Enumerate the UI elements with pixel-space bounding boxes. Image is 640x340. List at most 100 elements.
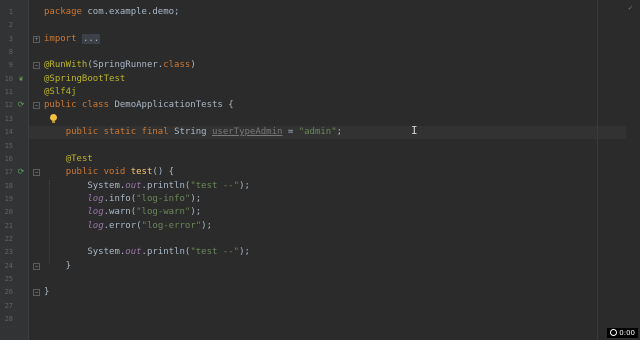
code-token: } bbox=[44, 260, 72, 271]
line-number: 20 bbox=[4, 208, 13, 217]
fold-toggle-icon[interactable]: − bbox=[33, 262, 40, 270]
code-token: ); bbox=[201, 220, 213, 231]
code-line[interactable]: System.out.println("test --"); bbox=[44, 246, 250, 258]
line-number: 9 bbox=[8, 61, 13, 70]
line-number: 16 bbox=[4, 154, 13, 163]
code-token: System. bbox=[44, 247, 126, 258]
line-number: 2 bbox=[8, 21, 13, 30]
right-margin-guide bbox=[597, 0, 598, 340]
code-token: ); bbox=[239, 247, 250, 258]
code-line[interactable]: @RunWith(SpringRunner.class) bbox=[44, 59, 196, 71]
code-token: .println( bbox=[141, 247, 191, 258]
text-cursor-icon: I bbox=[411, 124, 418, 137]
video-timer: 0:00 bbox=[607, 328, 638, 338]
code-token: (SpringRunner. bbox=[87, 60, 164, 71]
code-token: out bbox=[125, 247, 142, 258]
line-number: 28 bbox=[4, 315, 13, 324]
line-number: 27 bbox=[4, 301, 13, 310]
code-line[interactable]: public void test() { bbox=[44, 166, 174, 178]
run-test-icon[interactable]: ⟳ bbox=[16, 100, 26, 110]
code-token: out bbox=[125, 180, 142, 191]
timer-label: 0:00 bbox=[619, 329, 635, 337]
code-token: "log-info" bbox=[136, 193, 191, 204]
code-line[interactable]: } bbox=[44, 260, 71, 272]
line-number: 8 bbox=[8, 48, 13, 57]
code-token: userTypeAdmin bbox=[212, 127, 283, 138]
code-line[interactable]: import ... bbox=[44, 33, 101, 45]
code-line[interactable]: @Slf4j bbox=[44, 86, 77, 98]
code-token: package bbox=[44, 7, 88, 17]
code-line[interactable]: public class DemoApplicationTests { bbox=[44, 99, 234, 111]
run-test-icon[interactable]: ⟳ bbox=[16, 167, 26, 177]
fold-toggle-icon[interactable]: − bbox=[33, 102, 40, 110]
code-token: @Slf4j bbox=[44, 87, 77, 98]
line-number: 10 bbox=[4, 74, 13, 83]
code-token: @Test bbox=[65, 153, 93, 164]
code-token: } bbox=[44, 287, 50, 298]
line-number: 13 bbox=[4, 114, 13, 123]
spring-leaf-icon[interactable]: ❦ bbox=[16, 74, 26, 84]
code-line[interactable]: package com.example.demo; bbox=[44, 6, 179, 18]
line-number: 15 bbox=[4, 141, 13, 150]
fold-toggle-icon[interactable]: − bbox=[33, 169, 40, 177]
line-number: 25 bbox=[4, 275, 13, 283]
code-token: class bbox=[163, 60, 191, 71]
analysis-ok-icon[interactable]: ✓ bbox=[628, 4, 636, 12]
editor-scrollbar[interactable] bbox=[626, 0, 640, 340]
line-number: 11 bbox=[4, 88, 13, 97]
line-number: 26 bbox=[4, 288, 13, 297]
line-number: 1 bbox=[8, 8, 13, 16]
fold-toggle-icon[interactable]: − bbox=[33, 62, 40, 70]
code-token: DemoApplicationTests { bbox=[114, 100, 234, 111]
code-token: ); bbox=[190, 193, 202, 204]
line-number: 3 bbox=[8, 34, 13, 43]
code-line[interactable]: } bbox=[44, 286, 49, 298]
code-token: @SpringBootTest bbox=[44, 73, 126, 84]
code-token: com.example.demo; bbox=[87, 7, 180, 17]
code-token: () { bbox=[152, 167, 175, 178]
code-line[interactable]: log.error("log-error"); bbox=[44, 220, 212, 232]
gutter-separator bbox=[28, 0, 29, 340]
code-line[interactable]: System.out.println("test --"); bbox=[44, 180, 250, 192]
code-token: "log-warn" bbox=[136, 207, 191, 218]
code-token: ); bbox=[239, 180, 250, 191]
code-token: "log-error" bbox=[141, 220, 202, 231]
code-token: .info( bbox=[103, 193, 137, 204]
code-line[interactable]: @Test bbox=[44, 153, 93, 165]
fold-toggle-icon[interactable]: + bbox=[33, 35, 40, 43]
code-token: log bbox=[87, 220, 104, 231]
code-token: public static final bbox=[65, 127, 175, 138]
code-line[interactable]: @SpringBootTest bbox=[44, 73, 125, 85]
code-token: @RunWith bbox=[44, 60, 88, 71]
code-token: "test --" bbox=[190, 247, 240, 258]
line-number: 23 bbox=[4, 248, 13, 257]
lightbulb-icon[interactable] bbox=[49, 114, 58, 124]
fold-toggle-icon[interactable]: − bbox=[33, 289, 40, 297]
code-token: "test --" bbox=[190, 180, 240, 191]
code-token: public void bbox=[65, 167, 131, 178]
code-line[interactable]: log.info("log-info"); bbox=[44, 193, 201, 205]
code-token: .println( bbox=[141, 180, 191, 191]
line-number: 22 bbox=[4, 234, 13, 243]
line-number: 21 bbox=[4, 221, 13, 230]
code-token: = bbox=[282, 127, 299, 138]
clock-icon bbox=[610, 329, 618, 336]
line-number: 12 bbox=[4, 101, 13, 110]
code-token: ; bbox=[336, 127, 343, 138]
code-line[interactable]: log.warn("log-warn"); bbox=[44, 206, 201, 218]
code-token: public class bbox=[44, 100, 115, 111]
folded-imports[interactable]: ... bbox=[81, 33, 101, 44]
line-number: 17 bbox=[4, 168, 13, 177]
code-token: log bbox=[87, 193, 104, 204]
code-token: import bbox=[44, 33, 82, 44]
line-number: 14 bbox=[4, 128, 13, 137]
line-number: 24 bbox=[4, 261, 13, 270]
code-token: System. bbox=[44, 180, 126, 191]
code-line[interactable]: public static final String userTypeAdmin… bbox=[44, 126, 342, 138]
